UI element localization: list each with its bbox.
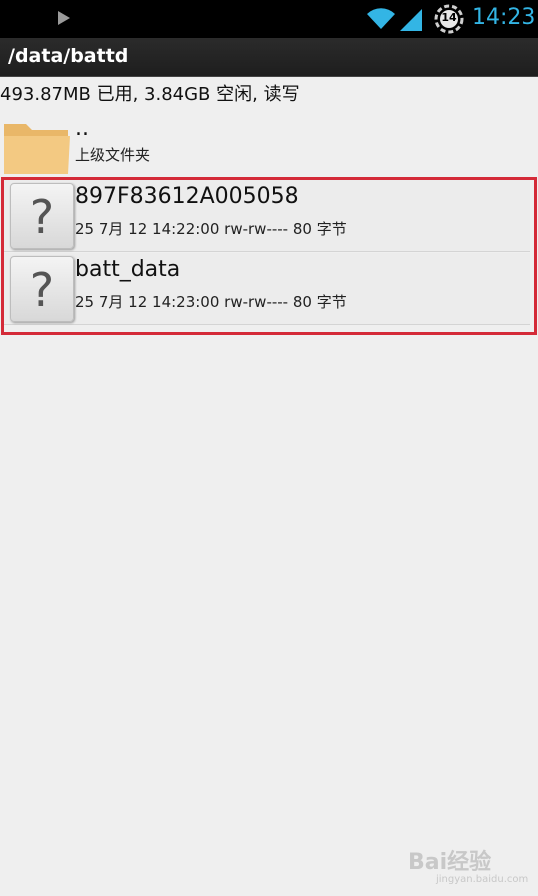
file-row[interactable]: ? 897F83612A005058 25 7月 12 14:22:00 rw-… <box>4 180 530 252</box>
wifi-icon <box>367 8 395 29</box>
status-bar: 14 14:23 <box>0 0 538 38</box>
notification-count: 14 <box>441 11 457 24</box>
title-bar: /data/battd <box>0 38 538 77</box>
sync-badge-icon: 14 <box>434 4 464 34</box>
parent-folder-label: 上级文件夹 <box>75 146 151 164</box>
parent-folder-row[interactable]: .. 上级文件夹 <box>0 112 538 176</box>
unknown-file-icon: ? <box>10 183 74 249</box>
folder-icon <box>4 124 70 174</box>
parent-folder-name: .. <box>75 116 89 141</box>
current-path: /data/battd <box>8 45 129 67</box>
status-clock: 14:23 <box>472 5 536 30</box>
storage-info: 493.87MB 已用, 3.84GB 空闲, 读写 <box>0 84 300 105</box>
file-meta: 25 7月 12 14:22:00 rw-rw---- 80 字节 <box>75 220 347 238</box>
unknown-file-icon: ? <box>10 256 74 322</box>
file-name: 897F83612A005058 <box>75 184 299 209</box>
signal-icon <box>400 9 422 31</box>
watermark-url: jingyan.baidu.com <box>436 874 529 885</box>
file-row[interactable]: ? batt_data 25 7月 12 14:23:00 rw-rw---- … <box>4 253 530 325</box>
file-meta: 25 7月 12 14:23:00 rw-rw---- 80 字节 <box>75 293 347 311</box>
file-name: batt_data <box>75 257 181 282</box>
watermark-text: Bai经验 <box>408 850 492 875</box>
baidu-watermark: Bai经验 jingyan.baidu.com <box>408 838 534 890</box>
play-icon <box>58 11 70 25</box>
